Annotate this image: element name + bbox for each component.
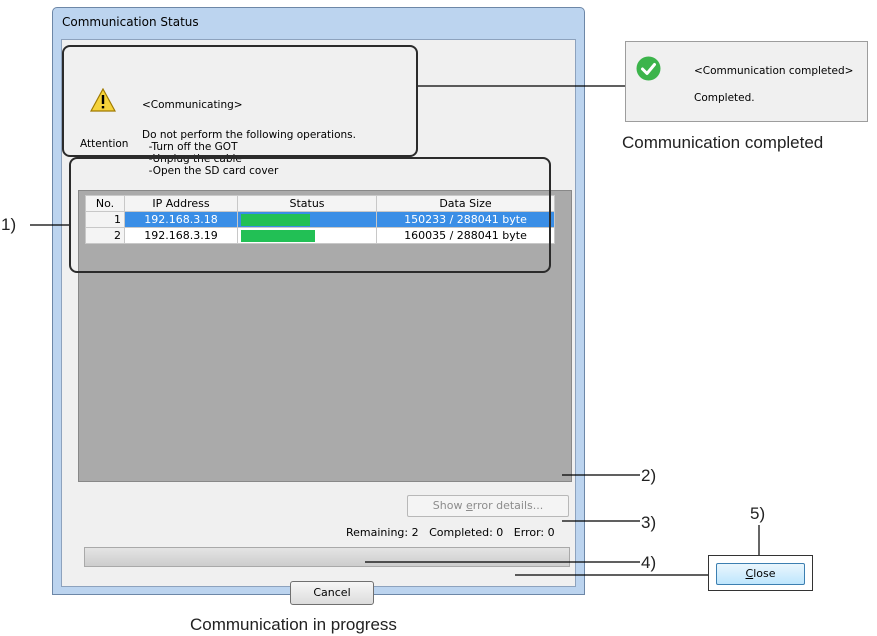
callout-2-label: 2) <box>641 466 657 485</box>
callout-1-label: 1) <box>1 215 17 234</box>
callout-leader-lines <box>30 85 760 576</box>
callout-3-label: 3) <box>641 513 657 532</box>
callout-5-label: 5) <box>750 504 766 523</box>
callout-4-label: 4) <box>641 553 657 572</box>
